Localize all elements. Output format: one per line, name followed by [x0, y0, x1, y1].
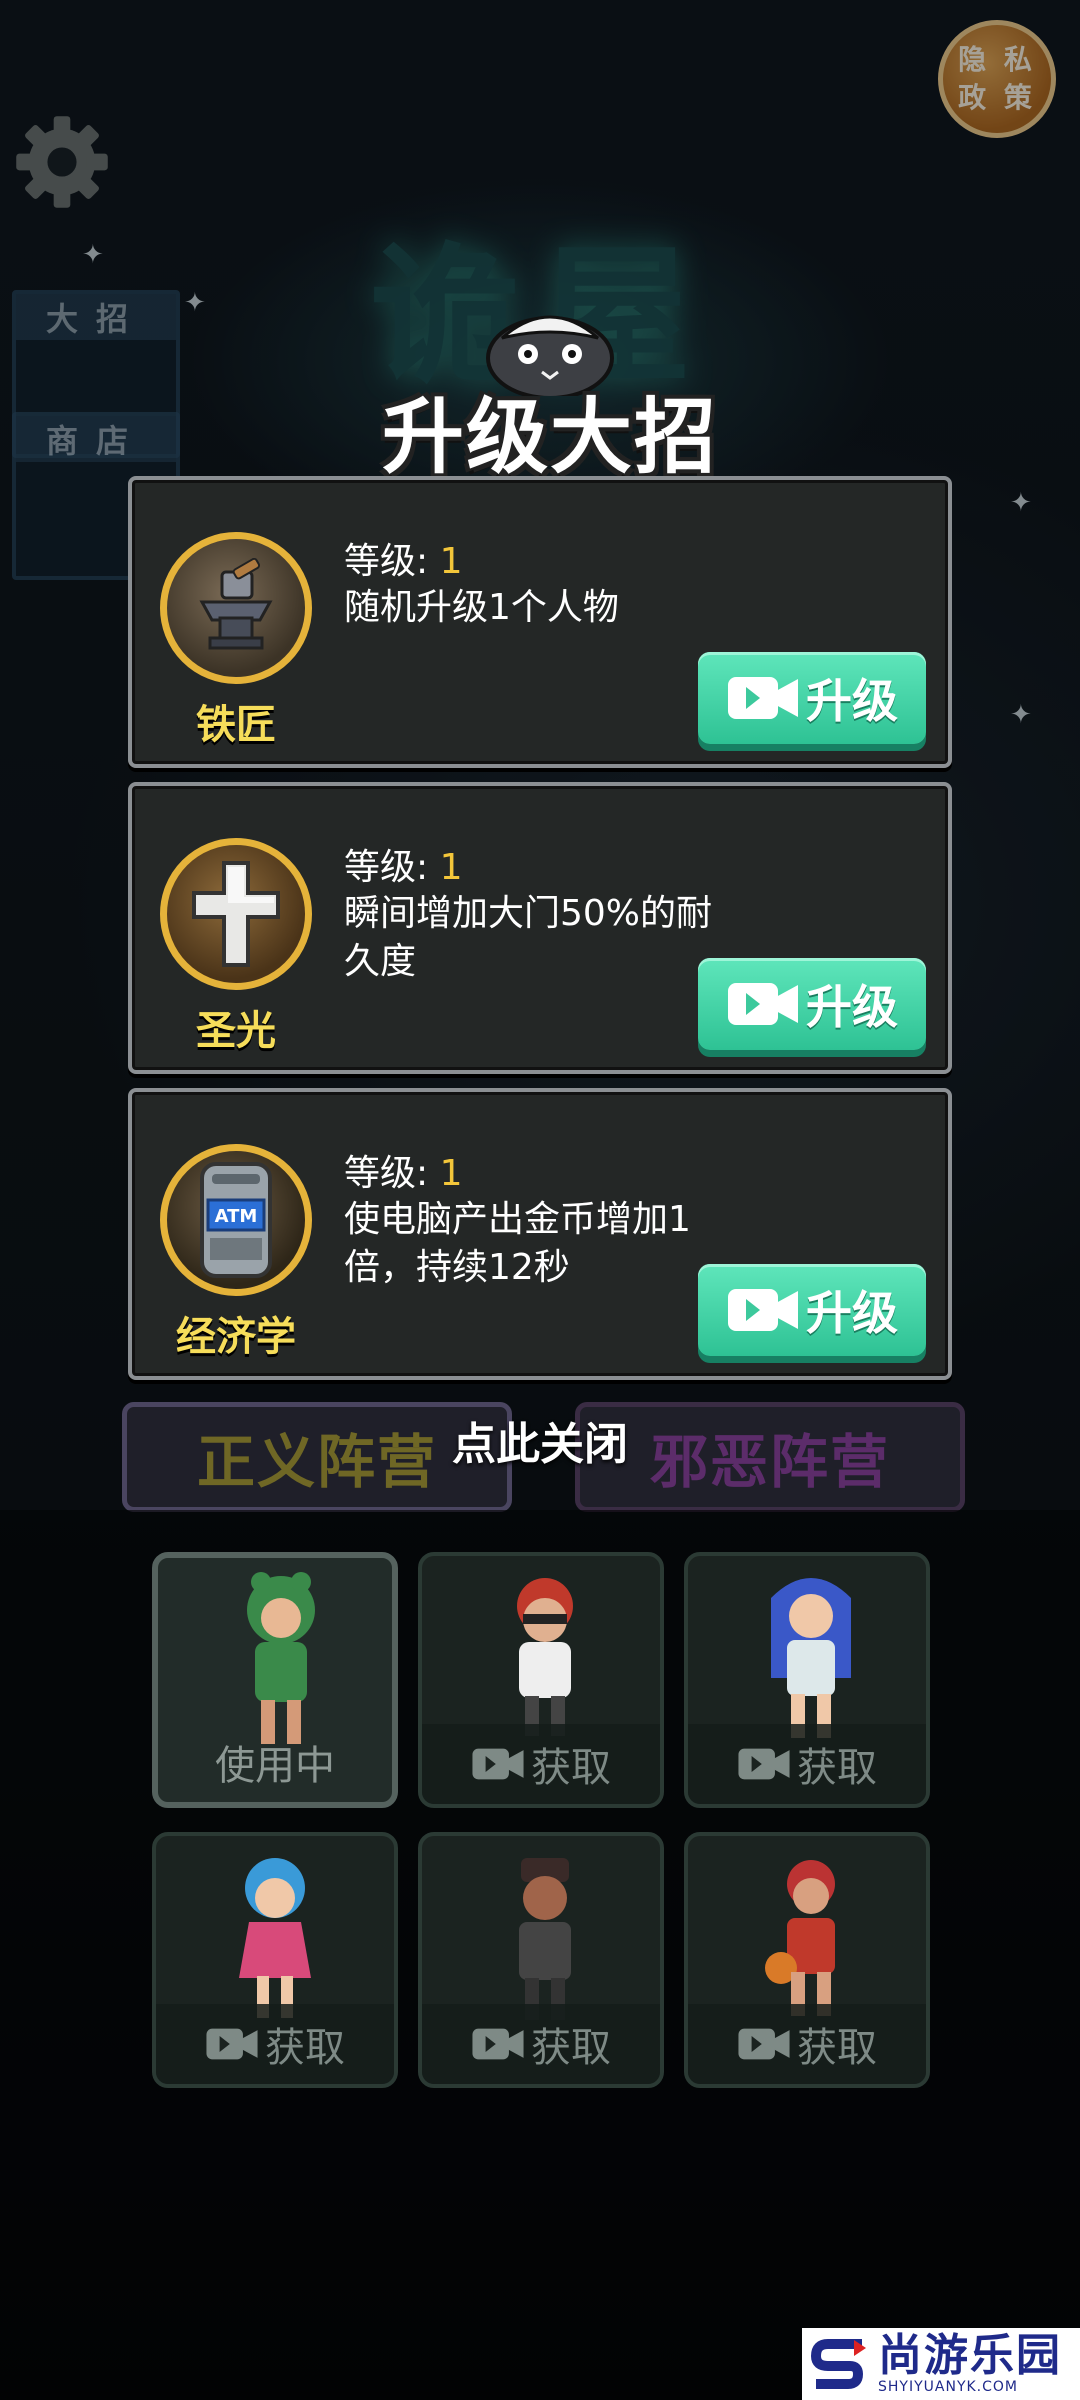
skill-description: 随机升级1个人物	[344, 587, 619, 628]
character-card-gentleman[interactable]: 获取	[418, 1832, 664, 2088]
get-button[interactable]: 获取	[688, 1724, 926, 1804]
character-card-frog-hood[interactable]: 使用中	[152, 1552, 398, 1808]
get-button[interactable]: 获取	[156, 2004, 394, 2084]
upgrade-label: 升级	[806, 980, 898, 1034]
watermark-main-text: 尚游乐园	[878, 2330, 1062, 2381]
upgrade-label: 升级	[806, 1286, 898, 1340]
skill-card-blacksmith: 铁匠 等级: 1 随机升级1个人物 升级	[128, 476, 952, 768]
svg-text:ATM: ATM	[215, 1206, 258, 1227]
skill-name: 经济学	[176, 1314, 296, 1360]
dialog-title: 升级大招	[381, 392, 718, 483]
skill-card-holy-light: 圣光 等级: 1 瞬间增加大门50%的耐久度 升级	[128, 782, 952, 1074]
skill-card-economics: ATM 经济学 等级: 1 使电脑产出金币增加1倍，持续12秒 升级	[128, 1088, 952, 1380]
atm-icon: ATM	[160, 1144, 312, 1296]
video-camera-icon	[206, 2028, 258, 2060]
upgrade-button[interactable]: 升级	[698, 958, 926, 1050]
character-card-thief[interactable]: 获取	[418, 1552, 664, 1808]
skill-level: 等级: 1	[344, 1153, 463, 1194]
video-camera-icon	[472, 1748, 524, 1780]
skill-level: 等级: 1	[344, 541, 463, 582]
site-watermark: 尚游乐园 SHYIYUANYK.COM	[802, 2328, 1080, 2400]
skill-description: 瞬间增加大门50%的耐久度	[344, 893, 713, 982]
skill-name: 圣光	[196, 1008, 276, 1054]
skill-level: 等级: 1	[344, 847, 463, 888]
video-camera-icon	[728, 677, 798, 719]
get-button[interactable]: 获取	[422, 2004, 660, 2084]
upgrade-button[interactable]: 升级	[698, 652, 926, 744]
video-camera-icon	[472, 2028, 524, 2060]
get-button[interactable]: 获取	[688, 2004, 926, 2084]
anvil-icon	[160, 532, 312, 684]
upgrade-label: 升级	[806, 674, 898, 728]
close-dialog-button[interactable]: 点此关闭	[420, 1408, 660, 1472]
upgrade-button[interactable]: 升级	[698, 1264, 926, 1356]
video-camera-icon	[728, 983, 798, 1025]
watermark-sub-text: SHYIYUANYK.COM	[878, 2379, 1018, 2395]
get-button[interactable]: 获取	[422, 1724, 660, 1804]
in-use-status: 使用中	[215, 1743, 335, 1789]
video-camera-icon	[738, 1748, 790, 1780]
character-card-star-girl[interactable]: 获取	[152, 1832, 398, 2088]
video-camera-icon	[738, 2028, 790, 2060]
character-card-basketball[interactable]: 获取	[684, 1832, 930, 2088]
video-camera-icon	[728, 1289, 798, 1331]
site-logo-icon	[810, 2339, 866, 2389]
holy-cross-icon	[160, 838, 312, 990]
skill-description: 使电脑产出金币增加1倍，持续12秒	[344, 1199, 691, 1288]
skill-name: 铁匠	[196, 702, 276, 748]
character-card-blue-hair[interactable]: 获取	[684, 1552, 930, 1808]
